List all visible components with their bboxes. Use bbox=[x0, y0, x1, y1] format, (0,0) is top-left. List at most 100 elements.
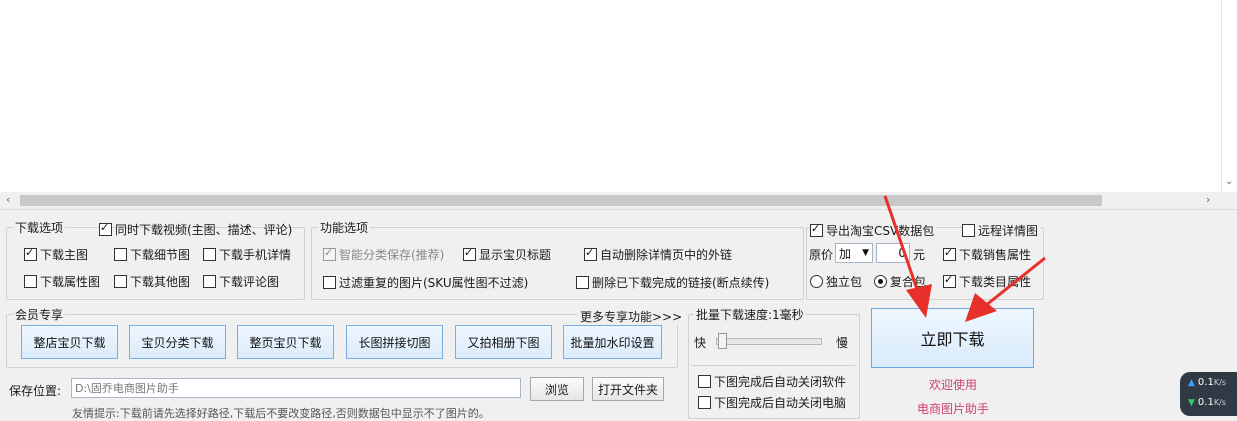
auto-delete-links-checkbox[interactable]: 自动删除详情页中的外链 bbox=[584, 246, 732, 263]
download-speed: ▼ 0.1K/s bbox=[1188, 397, 1226, 408]
checkbox-label: 下载其他图 bbox=[130, 275, 191, 289]
checkbox-box[interactable] bbox=[698, 396, 711, 409]
download-sales-attr-checkbox[interactable]: 下载销售属性 bbox=[943, 246, 1031, 263]
save-path-value: D:\固乔电商图片助手 bbox=[75, 382, 179, 395]
function-options-title: 功能选项 bbox=[318, 219, 371, 236]
checkbox-label: 下载细节图 bbox=[130, 248, 191, 262]
page-download-button[interactable]: 整页宝贝下载 bbox=[237, 325, 334, 359]
member-exclusive-title: 会员专享 bbox=[13, 306, 66, 323]
batch-watermark-button[interactable]: 批量加水印设置 bbox=[563, 325, 662, 359]
price-unit-label: 元 bbox=[913, 248, 926, 262]
checkbox-box[interactable] bbox=[943, 273, 956, 288]
save-path-field[interactable]: D:\固乔电商图片助手 bbox=[71, 378, 521, 398]
checkbox-label: 下载销售属性 bbox=[959, 248, 1032, 262]
download-now-button[interactable]: 立即下载 bbox=[871, 308, 1034, 368]
checkbox-box[interactable] bbox=[943, 246, 956, 261]
checkbox-box[interactable] bbox=[323, 276, 336, 289]
composite-package-radio[interactable]: 复合包 bbox=[874, 273, 926, 290]
download-detail-image-checkbox[interactable]: 下载细节图 bbox=[114, 246, 190, 263]
checkbox-label: 显示宝贝标题 bbox=[479, 248, 552, 262]
upyun-album-download-button[interactable]: 又拍相册下图 bbox=[455, 325, 552, 359]
checkbox-box[interactable] bbox=[698, 375, 711, 388]
speed-slow-label: 慢 bbox=[836, 336, 849, 350]
category-download-button[interactable]: 宝贝分类下载 bbox=[129, 325, 226, 359]
friendly-hint: 友情提示:下载前请先选择好路径,下载后不要改变路径,否则数据包中显示不了图片的。 bbox=[72, 407, 490, 420]
download-mobile-detail-checkbox[interactable]: 下载手机详情 bbox=[203, 246, 291, 263]
checkbox-box[interactable] bbox=[810, 222, 823, 237]
scroll-right-icon[interactable]: › bbox=[1206, 193, 1210, 206]
checkbox-box[interactable] bbox=[576, 276, 589, 289]
scroll-left-icon[interactable]: ‹ bbox=[6, 193, 10, 206]
scrollbar-thumb[interactable] bbox=[20, 195, 1102, 206]
radio-circle[interactable] bbox=[874, 275, 887, 288]
checkbox-box[interactable] bbox=[114, 275, 127, 288]
scroll-down-icon[interactable]: ⌄ bbox=[1225, 176, 1233, 187]
vertical-scrollbar[interactable]: ⌄ bbox=[1221, 0, 1237, 192]
smart-save-checkbox[interactable]: 智能分类保存(推荐) bbox=[323, 246, 444, 263]
checkbox-box[interactable] bbox=[114, 248, 127, 261]
checkbox-label: 删除已下载完成的链接(断点续传) bbox=[592, 276, 770, 290]
price-value-field[interactable]: 0 bbox=[876, 243, 910, 263]
download-video-checkbox[interactable]: 同时下载视频(主图、描述、评论) bbox=[99, 221, 292, 238]
close-computer-checkbox[interactable]: 下图完成后自动关闭电脑 bbox=[698, 394, 846, 411]
checkbox-box[interactable] bbox=[99, 221, 112, 236]
filter-duplicates-checkbox[interactable]: 过滤重复的图片(SKU属性图不过滤) bbox=[323, 274, 528, 291]
remote-detail-checkbox[interactable]: 远程详情图 bbox=[962, 222, 1041, 239]
upload-speed-value: 0.1 bbox=[1197, 377, 1214, 388]
speed-slider-thumb[interactable] bbox=[718, 333, 727, 349]
checkbox-label: 下载主图 bbox=[40, 248, 89, 262]
standalone-package-radio[interactable]: 独立包 bbox=[810, 273, 862, 290]
speed-fast-label: 快 bbox=[694, 336, 707, 350]
show-title-checkbox[interactable]: 显示宝贝标题 bbox=[463, 246, 551, 263]
price-op-select[interactable]: 加 ▼ bbox=[835, 243, 873, 263]
checkbox-label: 智能分类保存(推荐) bbox=[339, 248, 445, 262]
radio-circle[interactable] bbox=[810, 275, 823, 288]
welcome-line-2: 电商图片助手 bbox=[917, 402, 990, 416]
download-speed-unit: K/s bbox=[1213, 398, 1226, 407]
horizontal-scrollbar[interactable]: ‹ › bbox=[0, 192, 1237, 210]
download-other-image-checkbox[interactable]: 下载其他图 bbox=[114, 273, 190, 290]
checkbox-box[interactable] bbox=[24, 246, 37, 261]
checkbox-label: 导出淘宝CSV数据包 bbox=[826, 224, 935, 238]
download-review-image-checkbox[interactable]: 下载评论图 bbox=[203, 273, 279, 290]
price-op-value: 加 bbox=[839, 246, 852, 261]
price-value: 0 bbox=[898, 246, 906, 260]
whole-shop-download-button[interactable]: 整店宝贝下载 bbox=[21, 325, 118, 359]
save-location-label: 保存位置: bbox=[9, 384, 62, 398]
radio-label: 独立包 bbox=[826, 275, 863, 289]
checkbox-box[interactable] bbox=[203, 275, 216, 288]
checkbox-label: 远程详情图 bbox=[978, 224, 1039, 238]
download-category-attr-checkbox[interactable]: 下载类目属性 bbox=[943, 273, 1031, 290]
delete-completed-checkbox[interactable]: 删除已下载完成的链接(断点续传) bbox=[576, 274, 769, 291]
upload-speed: ▲ 0.1K/s bbox=[1188, 377, 1226, 388]
welcome-line-1: 欢迎使用 bbox=[929, 378, 978, 392]
chevron-down-icon: ▼ bbox=[862, 248, 869, 258]
speed-slider-track[interactable] bbox=[716, 338, 822, 345]
download-speed-title: 批量下载速度:1毫秒 bbox=[694, 306, 806, 323]
upload-speed-unit: K/s bbox=[1213, 378, 1226, 387]
download-main-image-checkbox[interactable]: 下载主图 bbox=[24, 246, 88, 263]
arrow-up-icon: ▲ bbox=[1188, 378, 1195, 388]
checkbox-label: 下载手机详情 bbox=[219, 248, 292, 262]
download-speed-value: 0.1 bbox=[1197, 397, 1214, 408]
checkbox-box[interactable] bbox=[203, 248, 216, 261]
long-image-stitch-button[interactable]: 长图拼接切图 bbox=[346, 325, 443, 359]
browse-button[interactable]: 浏览 bbox=[530, 377, 584, 401]
export-csv-checkbox[interactable]: 导出淘宝CSV数据包 bbox=[810, 222, 937, 239]
checkbox-label: 自动删除详情页中的外链 bbox=[600, 248, 733, 262]
checkbox-box[interactable] bbox=[463, 246, 476, 261]
download-list-area[interactable] bbox=[0, 0, 1237, 193]
checkbox-box[interactable] bbox=[323, 246, 336, 261]
checkbox-box[interactable] bbox=[584, 246, 597, 261]
download-attribute-image-checkbox[interactable]: 下载属性图 bbox=[24, 273, 100, 290]
checkbox-box[interactable] bbox=[962, 224, 975, 237]
checkbox-box[interactable] bbox=[24, 275, 37, 288]
checkbox-label: 过滤重复的图片(SKU属性图不过滤) bbox=[339, 276, 529, 290]
open-folder-button[interactable]: 打开文件夹 bbox=[592, 377, 664, 401]
more-features-link[interactable]: 更多专享功能>>> bbox=[578, 308, 685, 325]
net-speed-widget: ▲ 0.1K/s ▼ 0.1K/s bbox=[1180, 372, 1237, 416]
close-software-checkbox[interactable]: 下图完成后自动关闭软件 bbox=[698, 373, 846, 390]
original-price-label: 原价 bbox=[809, 248, 834, 262]
radio-label: 复合包 bbox=[890, 275, 927, 289]
download-video-label: 同时下载视频(主图、描述、评论) bbox=[115, 223, 293, 237]
